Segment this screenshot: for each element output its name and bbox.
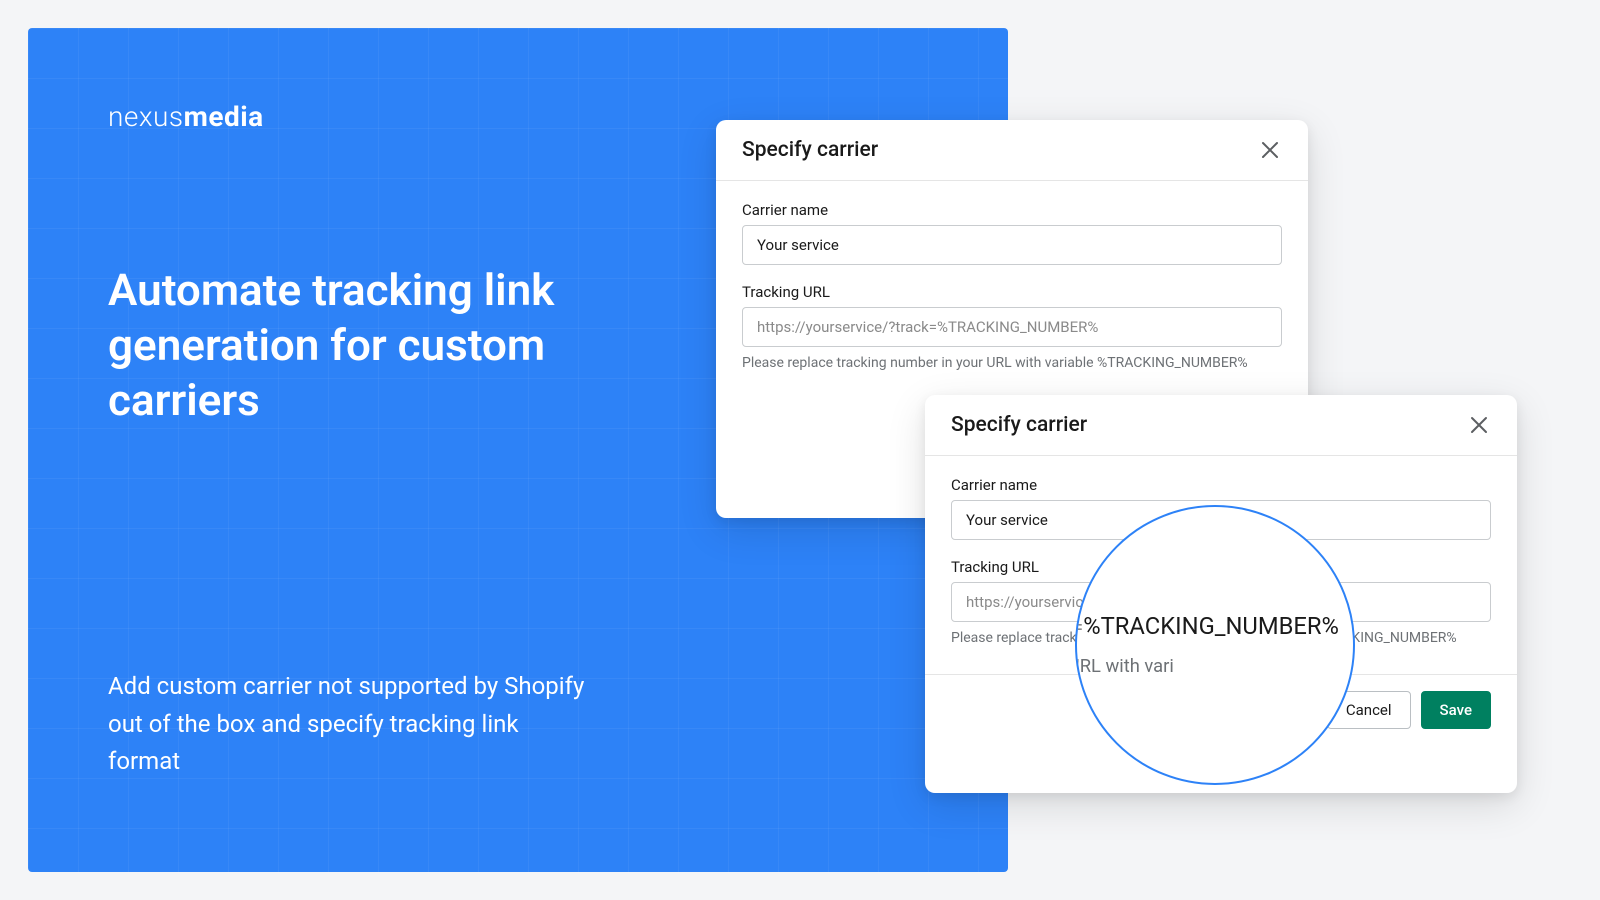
headline: Automate tracking link generation for cu… bbox=[108, 263, 668, 428]
modal-header: Specify carrier bbox=[925, 395, 1517, 456]
specify-carrier-modal-front: Specify carrier Carrier name Tracking UR… bbox=[925, 395, 1517, 793]
carrier-name-field: Carrier name bbox=[951, 476, 1491, 540]
tracking-url-input[interactable] bbox=[951, 582, 1491, 622]
modal-body: Carrier name Tracking URL Please replace… bbox=[925, 456, 1517, 674]
modal-body: Carrier name Tracking URL Please replace… bbox=[716, 181, 1308, 399]
tracking-url-field: Tracking URL Please replace tracking num… bbox=[951, 558, 1491, 648]
tracking-help-text: Please replace tracking number in your U… bbox=[951, 628, 1491, 648]
modal-footer: Cancel Save bbox=[925, 674, 1517, 745]
carrier-name-label: Carrier name bbox=[742, 201, 1282, 219]
subtext: Add custom carrier not supported by Shop… bbox=[108, 668, 588, 780]
save-button[interactable]: Save bbox=[1421, 691, 1491, 729]
tracking-url-label: Tracking URL bbox=[742, 283, 1282, 301]
brand-bold: media bbox=[184, 100, 264, 133]
cancel-button[interactable]: Cancel bbox=[1327, 691, 1411, 729]
close-icon[interactable] bbox=[1258, 138, 1282, 162]
tracking-url-input[interactable] bbox=[742, 307, 1282, 347]
modal-title: Specify carrier bbox=[742, 138, 878, 162]
tracking-help-text: Please replace tracking number in your U… bbox=[742, 353, 1282, 373]
modal-title: Specify carrier bbox=[951, 413, 1087, 437]
carrier-name-label: Carrier name bbox=[951, 476, 1491, 494]
brand-light: nexus bbox=[108, 100, 184, 133]
carrier-name-field: Carrier name bbox=[742, 201, 1282, 265]
tracking-url-field: Tracking URL Please replace tracking num… bbox=[742, 283, 1282, 373]
carrier-name-input[interactable] bbox=[742, 225, 1282, 265]
carrier-name-input[interactable] bbox=[951, 500, 1491, 540]
modal-header: Specify carrier bbox=[716, 120, 1308, 181]
tracking-url-label: Tracking URL bbox=[951, 558, 1491, 576]
close-icon[interactable] bbox=[1467, 413, 1491, 437]
